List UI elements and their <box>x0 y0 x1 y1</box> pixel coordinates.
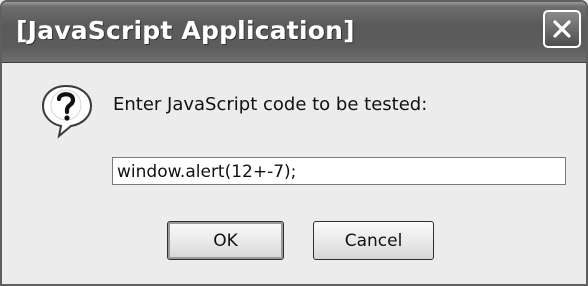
close-icon <box>553 20 571 38</box>
ok-button-label: OK <box>213 230 238 251</box>
ok-button[interactable]: OK <box>167 221 284 260</box>
close-button[interactable] <box>543 10 581 48</box>
cancel-button-label: Cancel <box>344 230 403 251</box>
window-title: [JavaScript Application] <box>16 16 355 45</box>
cancel-button[interactable]: Cancel <box>313 221 434 260</box>
question-icon <box>41 84 93 139</box>
code-input[interactable] <box>112 157 566 185</box>
prompt-label: Enter JavaScript code to be tested: <box>113 94 428 115</box>
title-bar[interactable]: [JavaScript Application] <box>2 2 586 63</box>
prompt-dialog-window: [JavaScript Application] Enter JavaScrip… <box>0 0 588 286</box>
